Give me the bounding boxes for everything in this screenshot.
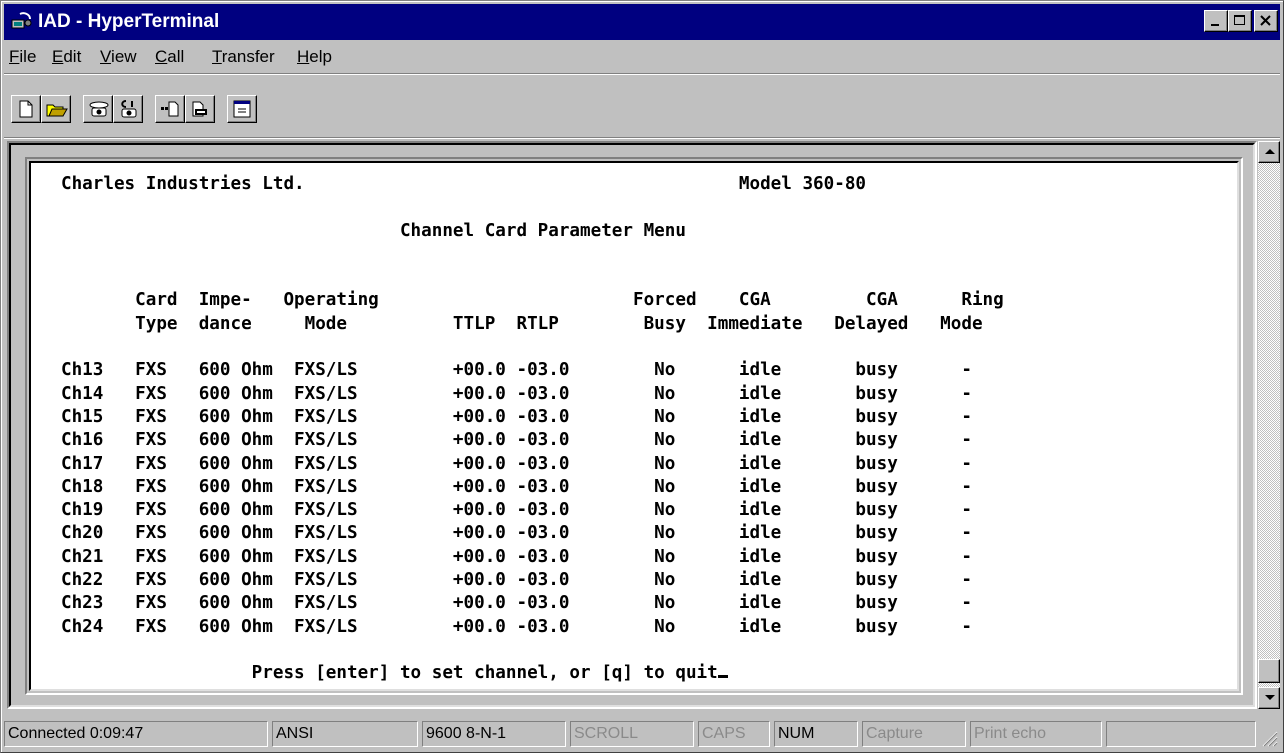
hyperterminal-window: IAD - HyperTerminal File Edit View Call … bbox=[0, 0, 1284, 753]
connect-phone-icon bbox=[89, 101, 109, 117]
channel-row-ch23: Ch23 FXS 600 Ohm FXS/LS +00.0 -03.0 No i… bbox=[61, 593, 972, 614]
channel-row-ch13: Ch13 FXS 600 Ohm FXS/LS +00.0 -03.0 No i… bbox=[61, 360, 972, 381]
menu-transfer[interactable]: Transfer bbox=[212, 47, 275, 67]
channel-row-ch14: Ch14 FXS 600 Ohm FXS/LS +00.0 -03.0 No i… bbox=[61, 383, 972, 404]
receive-button[interactable] bbox=[185, 95, 215, 123]
scroll-up-button[interactable] bbox=[1258, 141, 1280, 163]
channel-row-ch21: Ch21 FXS 600 Ohm FXS/LS +00.0 -03.0 No i… bbox=[61, 546, 972, 567]
down-arrow-icon bbox=[1265, 695, 1275, 700]
new-document-button[interactable] bbox=[11, 95, 41, 123]
terminal-line-menu-title: Channel Card Parameter Menu bbox=[61, 220, 686, 241]
scrollbar-thumb[interactable] bbox=[1258, 659, 1280, 683]
resize-grip-icon[interactable] bbox=[1260, 729, 1278, 747]
menu-help[interactable]: Help bbox=[297, 47, 332, 67]
status-num: NUM bbox=[774, 721, 858, 747]
menu-edit[interactable]: Edit bbox=[52, 47, 81, 67]
title-bar[interactable]: IAD - HyperTerminal bbox=[4, 4, 1280, 40]
disconnect-button[interactable] bbox=[113, 95, 143, 123]
terminal-client-bevel: Charles Industries Ltd. Model 360-80 Cha… bbox=[9, 143, 1255, 707]
status-scroll: SCROLL bbox=[570, 721, 694, 747]
status-bar: Connected 0:09:47 ANSI 9600 8-N-1 SCROLL… bbox=[4, 717, 1280, 749]
status-connected: Connected 0:09:47 bbox=[4, 721, 268, 747]
channel-row-ch20: Ch20 FXS 600 Ohm FXS/LS +00.0 -03.0 No i… bbox=[61, 523, 972, 544]
terminal-text: Charles Industries Ltd. Model 360-80 Cha… bbox=[61, 173, 1004, 686]
new-document-icon bbox=[19, 100, 33, 118]
maximize-button[interactable] bbox=[1228, 10, 1252, 32]
minimize-button[interactable] bbox=[1204, 10, 1228, 32]
vertical-scrollbar[interactable] bbox=[1258, 141, 1280, 709]
toolbar-divider bbox=[4, 137, 1280, 139]
menu-call[interactable]: Call bbox=[155, 47, 184, 67]
channel-row-ch24: Ch24 FXS 600 Ohm FXS/LS +00.0 -03.0 No i… bbox=[61, 616, 972, 637]
properties-icon bbox=[233, 100, 251, 118]
status-port-settings: 9600 8-N-1 bbox=[422, 721, 566, 747]
channel-row-ch22: Ch22 FXS 600 Ohm FXS/LS +00.0 -03.0 No i… bbox=[61, 570, 972, 591]
status-emulation: ANSI bbox=[272, 721, 418, 747]
close-button[interactable] bbox=[1254, 10, 1278, 32]
text-cursor bbox=[717, 675, 728, 679]
channel-row-ch18: Ch18 FXS 600 Ohm FXS/LS +00.0 -03.0 No i… bbox=[61, 476, 972, 497]
terminal-column-header-2: Type dance Mode TTLP RTLP Busy Immediate… bbox=[61, 313, 983, 334]
terminal-line-header: Charles Industries Ltd. Model 360-80 bbox=[61, 174, 867, 194]
terminal-column-header-1: Card Impe- Operating Forced CGA CGA Ring bbox=[61, 290, 1004, 311]
menu-file[interactable]: File bbox=[9, 47, 36, 67]
scroll-down-button[interactable] bbox=[1258, 687, 1280, 709]
terminal-prompt: Press [enter] to set channel, or [q] to … bbox=[61, 663, 718, 684]
status-caps: CAPS bbox=[698, 721, 770, 747]
properties-button[interactable] bbox=[227, 95, 257, 123]
menu-toolbar-divider bbox=[4, 73, 1280, 75]
up-arrow-icon bbox=[1265, 149, 1275, 154]
channel-row-ch15: Ch15 FXS 600 Ohm FXS/LS +00.0 -03.0 No i… bbox=[61, 406, 972, 427]
receive-file-icon bbox=[192, 101, 207, 117]
connect-button[interactable] bbox=[83, 95, 113, 123]
disconnect-phone-icon bbox=[121, 100, 137, 118]
terminal-frame: Charles Industries Ltd. Model 360-80 Cha… bbox=[25, 157, 1243, 695]
status-print-echo: Print echo bbox=[970, 721, 1102, 747]
window-title: IAD - HyperTerminal bbox=[38, 11, 220, 32]
send-button[interactable] bbox=[155, 95, 185, 123]
terminal-screen[interactable]: Charles Industries Ltd. Model 360-80 Cha… bbox=[29, 161, 1239, 691]
channel-row-ch16: Ch16 FXS 600 Ohm FXS/LS +00.0 -03.0 No i… bbox=[61, 430, 972, 451]
menu-bar: File Edit View Call Transfer Help bbox=[4, 43, 1280, 71]
terminal-client-area: Charles Industries Ltd. Model 360-80 Cha… bbox=[7, 141, 1257, 709]
open-folder-icon bbox=[46, 104, 68, 117]
menu-view[interactable]: View bbox=[100, 47, 137, 67]
status-empty-panel bbox=[1106, 721, 1256, 747]
hyperterminal-app-icon[interactable] bbox=[10, 12, 32, 32]
channel-row-ch17: Ch17 FXS 600 Ohm FXS/LS +00.0 -03.0 No i… bbox=[61, 453, 972, 474]
send-file-icon bbox=[161, 101, 179, 117]
status-capture: Capture bbox=[862, 721, 966, 747]
channel-row-ch19: Ch19 FXS 600 Ohm FXS/LS +00.0 -03.0 No i… bbox=[61, 500, 972, 521]
open-button[interactable] bbox=[41, 95, 71, 123]
toolbar bbox=[4, 77, 1280, 135]
